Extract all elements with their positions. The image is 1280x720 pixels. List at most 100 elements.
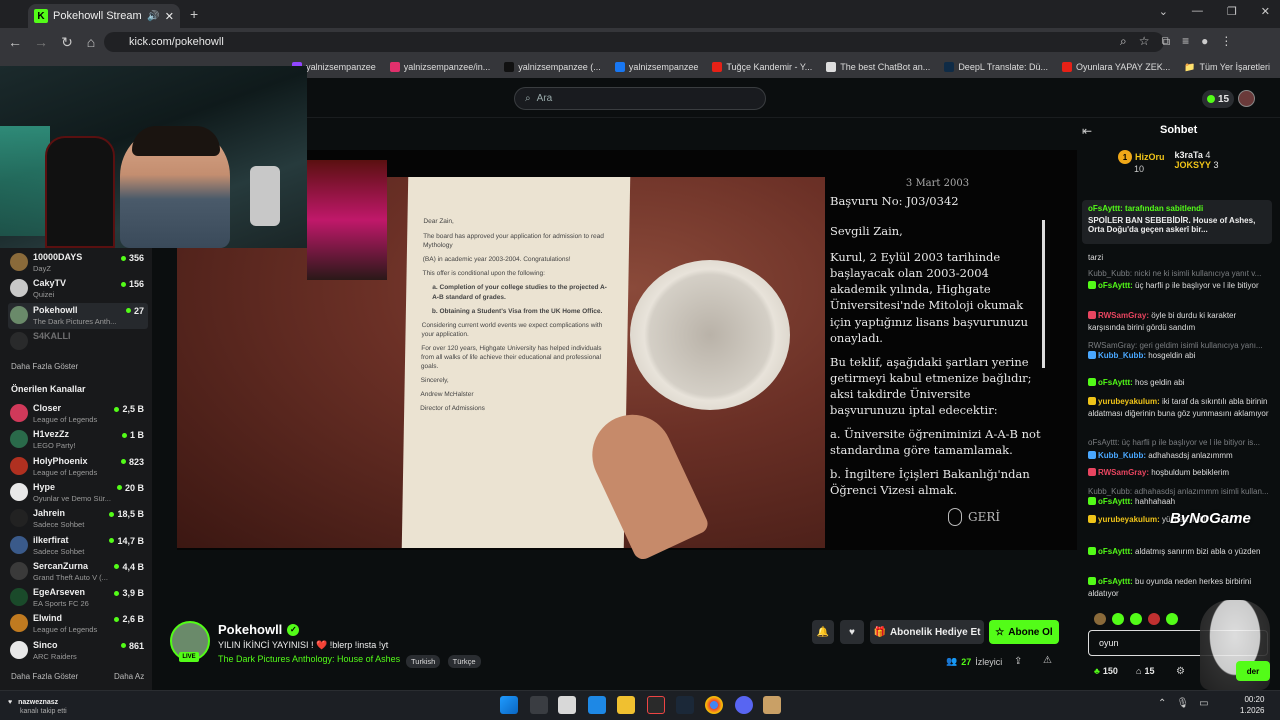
sidebar-channel[interactable]: SercanZurna Grand Theft Auto V (... 4,4 B [8,559,148,585]
chat-username[interactable]: RWSamGray: [1098,468,1149,477]
tag[interactable]: Turkish [406,655,441,668]
stream-game[interactable]: The Dark Pictures Anthology: House of As… [218,654,400,664]
chat-message[interactable]: oFsAyttt: üç harfli p ile başlıyor ve l … [1088,437,1270,449]
mute-icon[interactable]: 🔊 [147,11,159,22]
close-window-icon[interactable]: ✕ [1261,5,1270,18]
bookmark[interactable]: The best ChatBot an... [826,62,930,72]
zoom-icon[interactable]: ⌕ [1120,34,1127,49]
url-field[interactable]: kick.com/pokehowll [104,32,1164,52]
report-icon[interactable]: ⚠ [1043,655,1052,666]
chat-message[interactable]: Kubb_Kubb: nicki ne ki isimli kullanıcıy… [1088,268,1270,280]
sidebar-channel[interactable]: HolyPhoenix League of Legends 823 [8,454,148,480]
minimize-icon[interactable]: — [1192,5,1203,18]
streamer-name[interactable]: Pokehowll ✓ [218,622,300,637]
sidebar-show-more[interactable]: Daha Fazla Göster [11,362,78,371]
mic-icon[interactable]: 🎙 [1176,698,1189,709]
chat-message[interactable]: oFsAyttt: hahhahaah [1088,496,1270,508]
send-button[interactable]: der [1236,661,1270,681]
store[interactable]: ⌂ 15 [1136,666,1154,676]
notification-badge[interactable]: 15 [1202,90,1235,108]
sidebar-channel[interactable]: 10000DAYS DayZ 356 [8,250,148,276]
chevron-up-icon[interactable]: ⌃ [1158,698,1166,709]
chat-message[interactable]: RWSamGray: hoşbuldum bebiklerim [1088,467,1270,479]
bookmark[interactable]: Tuğçe Kandemir - Y... [712,62,812,72]
discord-icon[interactable] [735,696,753,714]
collapse-chat-icon[interactable]: ⇤ [1082,124,1092,138]
bookmark[interactable]: yalnizsempanzee [614,62,698,72]
profile-icon[interactable]: ● [1201,34,1208,49]
chat-message[interactable]: oFsAyttt: hos geldin abi [1088,377,1270,389]
sidebar-channel[interactable]: Elwind League of Legends 2,6 B [8,611,148,637]
media-icon[interactable]: ≡ [1182,34,1189,49]
chat-username[interactable]: Kubb_Kubb: [1088,269,1132,278]
reload-icon[interactable]: ↻ [56,31,78,53]
sidebar-footer-less[interactable]: Daha Az [114,672,144,681]
bookmark[interactable]: yalnizsempanzee/in... [389,62,490,72]
pinned-message[interactable]: oFsAyttt: tarafından sabitlendi SPOİLER … [1082,200,1272,244]
notify-bell-button[interactable]: 🔔 [812,620,834,644]
chat-username[interactable]: yurubeyakulum: [1098,397,1160,406]
app-icon[interactable] [647,696,665,714]
windows-start-icon[interactable] [500,696,518,714]
sidebar-channel[interactable]: Pokehowll The Dark Pictures Anth... 27 [8,302,148,329]
steam-icon[interactable] [676,696,694,714]
chat-username[interactable]: oFsAyttt: [1098,378,1133,387]
clock[interactable]: 00:20 1.2026 [1240,694,1264,716]
tag[interactable]: Türkçe [447,655,481,668]
chat-username[interactable]: RWSamGray: [1088,341,1137,350]
back-button[interactable]: GERİ [948,508,1000,526]
app-icon[interactable] [763,696,781,714]
sidebar-channel[interactable]: H1vezZz LEGO Party! 1 B [8,427,148,453]
back-icon[interactable]: ← [4,31,26,53]
chevron-down-icon[interactable]: ⌄ [1159,5,1168,18]
sidebar-channel[interactable]: ilkerfirat Sadece Sohbet 14,7 B [8,533,148,559]
chat-username[interactable]: oFsAyttt: [1098,497,1133,506]
chat-username[interactable]: oFsAyttt: [1098,547,1133,556]
chat-username[interactable]: oFsAyttt: [1098,577,1133,586]
chat-message[interactable]: oFsAyttt: bu oyunda neden herkes birbiri… [1088,576,1270,599]
sidebar-channel[interactable]: CakyTV Quizei 156 [8,276,148,302]
sidebar-channel[interactable]: Jahrein Sadece Sohbet 18,5 B [8,506,148,532]
monitor-icon[interactable]: ▭ [1199,698,1208,709]
sidebar-channel[interactable]: Sinco ARC Raiders 861 [8,638,148,664]
bookmark[interactable]: Oyunlara YAPAY ZEK... [1062,62,1170,72]
avatar[interactable] [1238,90,1255,107]
chat-username[interactable]: Kubb_Kubb: [1098,351,1146,360]
bookmark[interactable]: yalnizsempanzee (... [504,62,601,72]
search-input[interactable]: ⌕ Ara [514,87,766,110]
folder-icon[interactable] [617,696,635,714]
chrome-icon[interactable] [705,696,723,714]
home-icon[interactable]: ⌂ [80,31,102,53]
chat-username[interactable]: Kubb_Kubb: [1088,487,1132,496]
chat-message[interactable]: oFsAyttt: aldatmış sanırım bizi abla o y… [1088,546,1270,558]
points[interactable]: ♣ 150 [1094,666,1118,676]
sidebar-channel[interactable]: EgeArseven EA Sports FC 26 3,9 B [8,585,148,611]
gift-subscription-button[interactable]: 🎁 Abonelik Hediye Et [870,620,984,644]
maximize-icon[interactable]: ❐ [1227,5,1237,18]
chat-message[interactable]: Kubb_Kubb: hosgeldin abi [1088,350,1270,362]
sidebar-channel[interactable]: Hype Oyunlar ve Demo Sür... 20 B [8,480,148,506]
follow-heart-button[interactable]: ♥ [840,620,864,644]
chat-username[interactable]: yurubeyakulum: [1098,515,1160,524]
share-icon[interactable]: ⇪ [1014,656,1022,667]
chat-message[interactable]: oFsAyttt: üç harfli p ile başlıyor ve l … [1088,280,1270,292]
taskview-icon[interactable] [530,696,548,714]
chat-username[interactable]: oFsAyttt: [1088,438,1119,447]
chat-username[interactable]: Kubb_Kubb: [1098,451,1146,460]
chat-message[interactable]: Kubb_Kubb: adhahasdsj anlazımmm [1088,450,1270,462]
extensions-icon[interactable]: ⧉ [1162,34,1171,49]
chat-username[interactable]: RWSamGray: [1098,311,1149,320]
chat-message[interactable]: tarzi [1088,252,1270,264]
forward-icon[interactable]: → [30,31,52,53]
bookmark[interactable]: DeepL Translate: Dü... [944,62,1048,72]
browser-tab[interactable]: K Pokehowll Stream - Watch l 🔊 ✕ [28,4,180,28]
new-tab-button[interactable]: + [190,6,198,22]
sidebar-footer-more[interactable]: Daha Fazla Göster [11,672,78,681]
sidebar-channel[interactable]: S4KALLI [8,329,148,355]
chat-settings-icon[interactable]: ⚙ [1176,666,1185,677]
subscribe-button[interactable]: ☆ Abone Ol [989,620,1059,644]
all-bookmarks[interactable]: 📁 Tüm Yer İşaretleri [1184,62,1270,73]
photos-icon[interactable] [588,696,606,714]
tab-close-icon[interactable]: ✕ [165,10,174,23]
bookmark-star-icon[interactable]: ☆ [1139,34,1150,49]
